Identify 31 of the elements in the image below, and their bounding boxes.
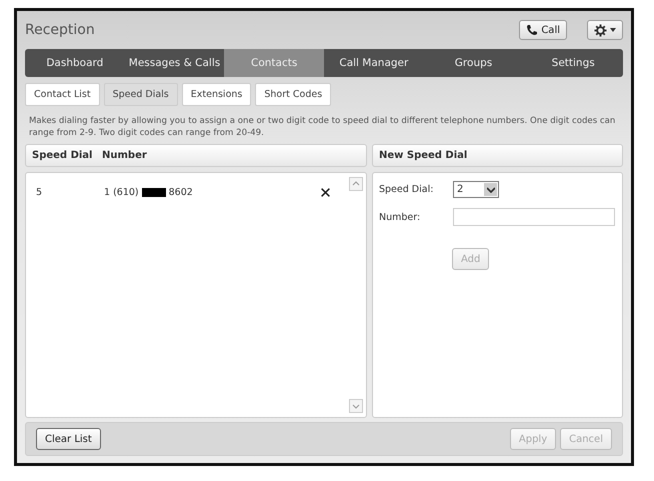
- phone-icon: [526, 24, 538, 36]
- description-text: Makes dialing faster by allowing you to assign a one or two digit code to speed dial to different telephone numbers. One digit codes can range from 2-9. Two digit codes can range from 20-49.: [29, 115, 616, 139]
- table-cell: 1 (610): [104, 187, 139, 198]
- speed-dial-select[interactable]: 2: [453, 181, 499, 198]
- number-input[interactable]: [453, 208, 615, 226]
- gear-icon: [594, 24, 607, 36]
- settings-button[interactable]: [587, 20, 623, 40]
- sub-tab[interactable]: Speed Dials: [104, 83, 178, 106]
- sub-tab[interactable]: Extensions: [182, 83, 252, 106]
- scroll-up-icon[interactable]: [349, 177, 363, 191]
- sub-tab[interactable]: Short Codes: [255, 83, 332, 106]
- scroll-down-icon[interactable]: [349, 399, 363, 413]
- chevron-down-icon: [486, 186, 494, 192]
- window-title: Reception: [25, 22, 96, 38]
- nav-tab[interactable]: Messages & Calls: [124, 49, 224, 77]
- sub-tab[interactable]: Contact List: [25, 83, 100, 106]
- field-label: Number:: [379, 212, 422, 222]
- clear-list-button[interactable]: Clear List: [36, 428, 101, 450]
- nav-tab[interactable]: Dashboard: [25, 49, 125, 77]
- table-cell: 8602: [168, 187, 193, 198]
- delete-icon[interactable]: [320, 187, 331, 198]
- nav-tab[interactable]: Settings: [523, 49, 623, 77]
- nav-tab[interactable]: Call Manager: [324, 49, 424, 77]
- panel-title: New Speed Dial: [379, 150, 468, 161]
- column-header: Speed Dial: [32, 150, 94, 161]
- call-button[interactable]: Call: [519, 20, 567, 40]
- nav-tab[interactable]: Groups: [424, 49, 524, 77]
- column-header: Number: [102, 150, 147, 161]
- field-label: Speed Dial:: [379, 184, 434, 195]
- caret-icon: [610, 28, 616, 32]
- table-cell-text: 5: [36, 187, 44, 198]
